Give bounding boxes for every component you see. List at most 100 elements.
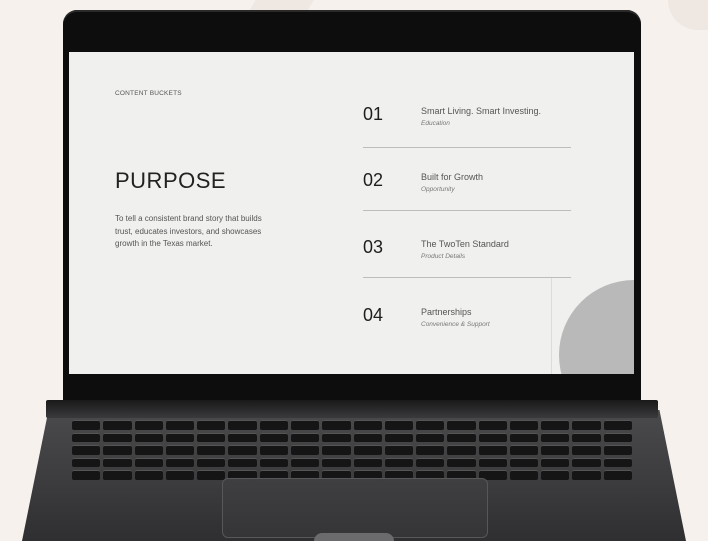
keyboard-key (572, 470, 601, 480)
keyboard-key (416, 432, 445, 443)
keyboard-key (353, 420, 382, 430)
keyboard-key (541, 457, 570, 468)
keyboard-key (290, 420, 320, 430)
keyboard-key (228, 445, 257, 455)
keyboard-key (165, 445, 195, 455)
divider (363, 210, 571, 211)
keyboard-key (509, 432, 539, 443)
keyboard-key (259, 445, 288, 455)
keyboard-key (322, 457, 351, 468)
keyboard-key (322, 432, 351, 443)
keyboard-key (353, 445, 382, 455)
keyboard-key (165, 470, 195, 480)
keyboard-key (447, 432, 476, 443)
keyboard-key (228, 420, 257, 430)
keyboard-key (447, 457, 476, 468)
keyboard-key (72, 470, 101, 480)
bucket-number: 04 (363, 305, 384, 325)
keyboard-key (384, 420, 414, 430)
keyboard-key (416, 445, 445, 455)
bucket-title: Partnerships (421, 307, 472, 317)
keyboard-key (603, 457, 632, 468)
keyboard-key (134, 420, 163, 430)
keyboard-key (103, 420, 132, 430)
keyboard-key (197, 457, 226, 468)
keyboard-key (228, 432, 257, 443)
keyboard-key (541, 445, 570, 455)
keyboard-key (197, 432, 226, 443)
keyboard-key (447, 445, 476, 455)
laptop-hinge (46, 400, 658, 418)
bucket-number: 02 (363, 170, 384, 190)
keyboard-key (103, 457, 132, 468)
divider (363, 147, 571, 148)
keyboard-key (384, 457, 414, 468)
keyboard-key (322, 445, 351, 455)
keyboard-key (478, 457, 507, 468)
keyboard-key (72, 445, 101, 455)
keyboard-key (165, 420, 195, 430)
keyboard-key (509, 420, 539, 430)
keyboard-key (290, 445, 320, 455)
keyboard-key (603, 470, 632, 480)
background-shape (668, 0, 708, 30)
keyboard-key (478, 420, 507, 430)
bucket-subtitle: Opportunity (421, 186, 455, 193)
keyboard-key (509, 445, 539, 455)
keyboard-key (603, 432, 632, 443)
keyboard-key (134, 432, 163, 443)
bucket-title: Smart Living. Smart Investing. (421, 106, 542, 116)
keyboard-key (478, 445, 507, 455)
keyboard (72, 420, 632, 480)
slide-description: To tell a consistent brand story that bu… (115, 214, 262, 248)
keyboard-key (197, 470, 226, 480)
keyboard-key (353, 457, 382, 468)
keyboard-key (384, 432, 414, 443)
bucket-number: 03 (363, 237, 384, 257)
laptop-notch (314, 533, 394, 541)
bucket-title: Built for Growth (421, 172, 484, 182)
keyboard-key (134, 470, 163, 480)
keyboard-key (416, 457, 445, 468)
keyboard-key (509, 470, 539, 480)
keyboard-key (197, 420, 226, 430)
keyboard-key (259, 420, 288, 430)
keyboard-key (290, 432, 320, 443)
keyboard-key (603, 420, 632, 430)
bucket-title: The TwoTen Standard (421, 239, 509, 249)
keyboard-key (134, 445, 163, 455)
keyboard-key (416, 420, 445, 430)
bucket-number: 01 (363, 104, 384, 124)
keyboard-key (165, 432, 195, 443)
keyboard-key (541, 470, 570, 480)
keyboard-key (165, 457, 195, 468)
bucket-subtitle: Product Details (421, 253, 466, 260)
keyboard-key (322, 420, 351, 430)
bucket-subtitle: Convenience & Support (421, 321, 490, 328)
keyboard-key (603, 445, 632, 455)
keyboard-key (572, 457, 601, 468)
keyboard-key (259, 457, 288, 468)
keyboard-key (509, 457, 539, 468)
decorative-line (551, 278, 552, 374)
keyboard-key (103, 445, 132, 455)
keyboard-key (572, 420, 601, 430)
keyboard-key (572, 432, 601, 443)
keyboard-key (103, 470, 132, 480)
bucket-subtitle: Education (421, 120, 450, 127)
keyboard-key (197, 445, 226, 455)
keyboard-key (384, 445, 414, 455)
keyboard-key (134, 457, 163, 468)
laptop-lid: CONTENT BUCKETS PURPOSE To tell a consis… (63, 10, 641, 400)
content-buckets-label: CONTENT BUCKETS (115, 90, 182, 97)
trackpad (222, 478, 488, 538)
keyboard-key (228, 457, 257, 468)
keyboard-key (447, 420, 476, 430)
keyboard-key (290, 457, 320, 468)
keyboard-key (72, 432, 101, 443)
decorative-circle (559, 280, 634, 374)
keyboard-key (478, 432, 507, 443)
keyboard-key (259, 432, 288, 443)
slide-heading: PURPOSE (115, 168, 227, 193)
divider (363, 277, 571, 278)
